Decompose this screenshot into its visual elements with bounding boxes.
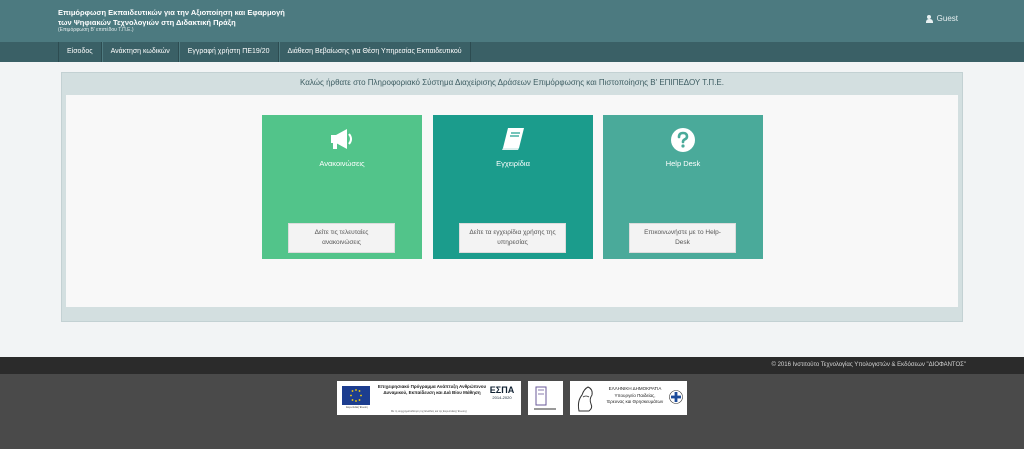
footer-logos: Ευρωπαϊκή Ένωση Επιχειρησιακό Πρόγραμμα … [0,374,1024,449]
helpdesk-title: Help Desk [665,159,701,168]
book-icon [433,127,593,153]
espa-program-title: Επιχειρησιακό Πρόγραμμα Ανάπτυξη Ανθρώπι… [377,384,487,395]
ministry-emblem-icon [577,386,593,412]
eu-flag-icon [342,386,370,405]
greek-cross-icon [669,390,683,404]
user-label: Guest [936,14,958,23]
espa-years: 2014-2020 [492,395,512,400]
cards-container: Ανακοινώσεις Δείτε τις τελευταίες ανακοι… [66,95,958,307]
footer-top-bar: © 2016 Ινστιτούτο Τεχνολογίας Υπολογιστώ… [0,357,1024,374]
ministry-text: ΕΛΛΗΝΙΚΗ ΔΗΜΟΚΡΑΤΙΑ Υπουργείο Παιδείας, … [600,386,670,406]
espa-logo: ΕΣΠΑ 2014-2020 [487,385,517,405]
megaphone-icon [262,127,422,153]
espa-logo-text: ΕΣΠΑ [489,385,515,395]
espa-logo-box: Ευρωπαϊκή Ένωση Επιχειρησιακό Πρόγραμμα … [337,381,521,415]
announcements-title: Ανακοινώσεις [319,159,365,168]
helpdesk-button[interactable]: Επικοινωνήστε με το Help-Desk [629,223,736,253]
helpdesk-card: Help Desk Επικοινωνήστε με το Help-Desk [603,115,763,259]
nav-certificate[interactable]: Διάθεση Βεβαίωσης για Θέση Υπηρεσίας Εκπ… [278,42,471,62]
copyright-text: © 2016 Ινστιτούτο Τεχνολογίας Υπολογιστώ… [771,362,967,368]
announcements-card: Ανακοινώσεις Δείτε τις τελευταίες ανακοι… [262,115,422,259]
question-circle-icon [603,127,763,153]
ministry-line-3: Έρευνας και Θρησκευμάτων [606,399,664,404]
eu-label: Ευρωπαϊκή Ένωση [346,406,368,409]
nav-login[interactable]: Είσοδος [58,42,102,62]
espa-footnote: Με τη συγχρηματοδότηση της Ελλάδας και τ… [391,410,467,413]
ministry-logo-box: ΕΛΛΗΝΙΚΗ ΔΗΜΟΚΡΑΤΙΑ Υπουργείο Παιδείας, … [570,381,687,415]
nav-register[interactable]: Εγγραφή χρήστη ΠΕ19/20 [178,42,279,62]
brand-subtitle: (Επιμόρφωση Β' επιπέδου Τ.Π.Ε.) [58,27,134,33]
manuals-button[interactable]: Δείτε τα εγχειρίδια χρήσης της υπηρεσίας [459,223,566,253]
user-menu[interactable]: Guest [925,14,958,23]
site-brand[interactable]: Επιμόρφωση Εκπαιδευτικών για την Αξιοποί… [58,8,285,34]
nav-password-recovery[interactable]: Ανάκτηση κωδικών [101,42,179,62]
brand-title-line-2: των Ψηφιακών Τεχνολογιών στη Διδακτική Π… [58,17,236,27]
top-header: Επιμόρφωση Εκπαιδευτικών για την Αξιοποί… [0,0,1024,42]
brand-title-line-1: Επιμόρφωση Εκπαιδευτικών για την Αξιοποί… [58,8,285,17]
announcements-button[interactable]: Δείτε τις τελευταίες ανακοινώσεις [288,223,395,253]
manuals-title: Εγχειρίδια [496,159,530,168]
institute-logo-box [528,381,563,415]
user-icon [925,14,933,23]
ministry-line-1: ΕΛΛΗΝΙΚΗ ΔΗΜΟΚΡΑΤΙΑ [608,386,662,391]
institute-logo [534,386,556,410]
welcome-message: Καλώς ήρθατε στο Πληροφοριακό Σύστημα Δι… [300,78,724,87]
manuals-card: Εγχειρίδια Δείτε τα εγχειρίδια χρήσης τη… [433,115,593,259]
main-nav: Είσοδος Ανάκτηση κωδικών Εγγραφή χρήστη … [0,42,1024,62]
main-panel: Καλώς ήρθατε στο Πληροφοριακό Σύστημα Δι… [61,72,963,322]
